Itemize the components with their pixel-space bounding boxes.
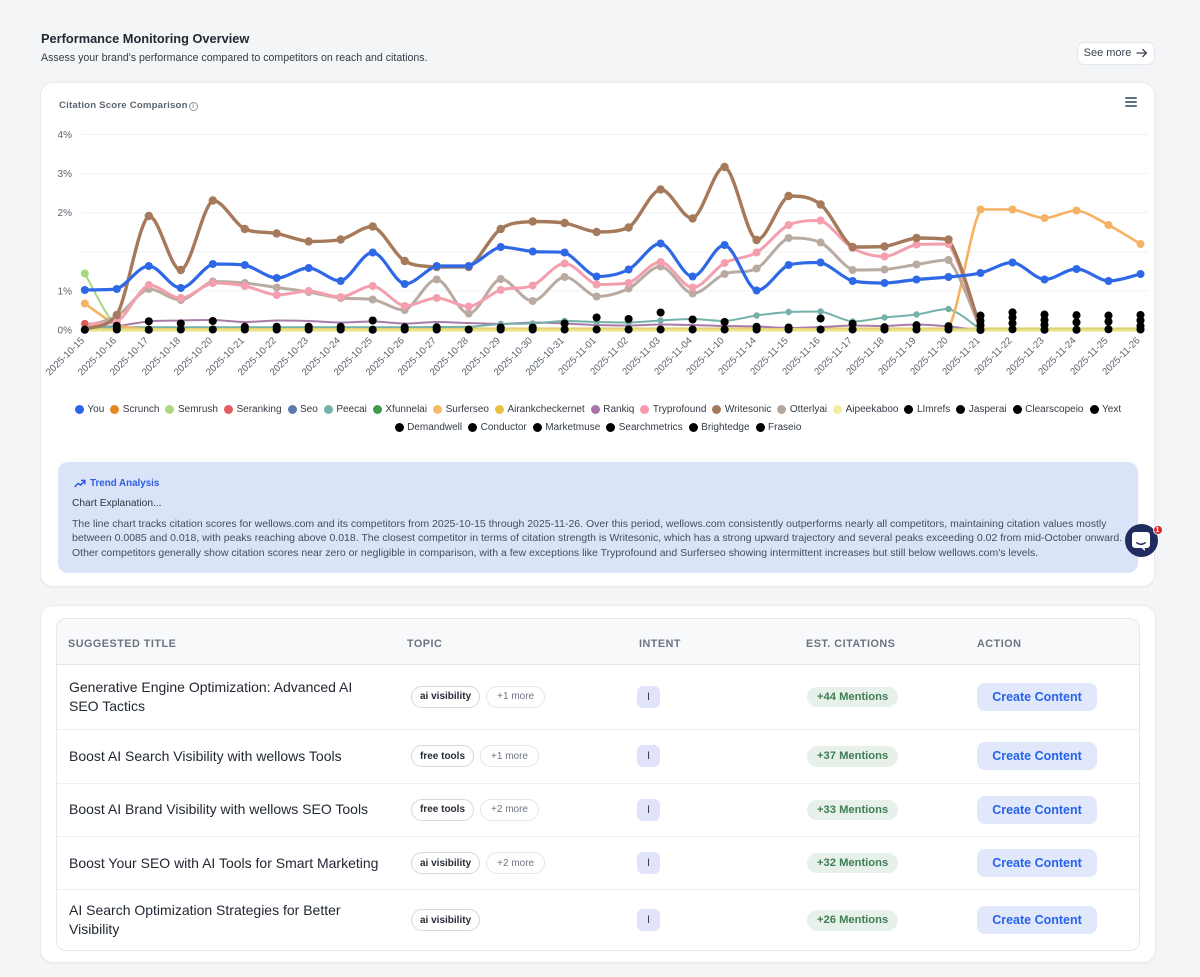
svg-text:3%: 3% [58, 169, 73, 180]
svg-text:2%: 2% [58, 208, 73, 219]
svg-text:1%: 1% [58, 286, 73, 297]
svg-text:4%: 4% [58, 130, 73, 141]
svg-text:0%: 0% [58, 326, 73, 337]
